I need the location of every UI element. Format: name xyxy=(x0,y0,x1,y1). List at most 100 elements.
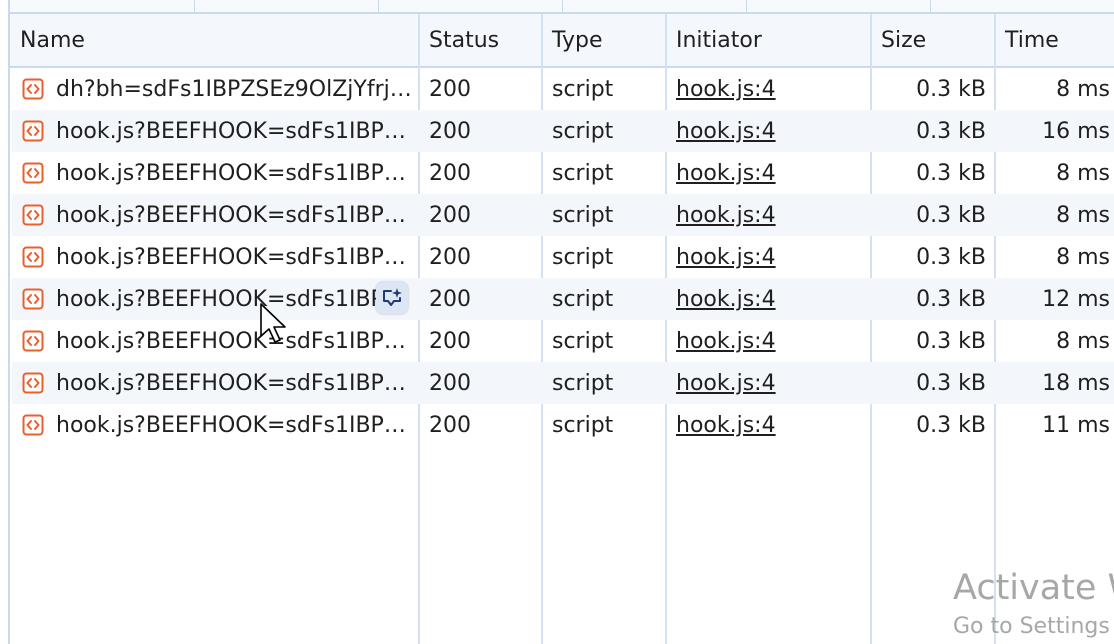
request-size: 0.3 kB xyxy=(916,413,986,438)
request-initiator: hook.js:4 xyxy=(676,320,866,362)
request-time: 18 ms xyxy=(1042,371,1110,396)
request-size: 0.3 kB xyxy=(916,329,986,354)
request-status: 200 xyxy=(429,161,471,186)
table-row[interactable]: hook.js?BEEFHOOK=sdFs1IBPZ... 200 script ho… xyxy=(12,320,1114,362)
request-initiator: hook.js:4 xyxy=(676,68,866,110)
request-size: 0.3 kB xyxy=(916,287,986,312)
table-row[interactable]: hook.js?BEEFHOOK=sdFs1IBPZ... 200 script ho… xyxy=(12,194,1114,236)
request-size: 0.3 kB xyxy=(916,77,986,102)
request-initiator: hook.js:4 xyxy=(676,152,866,194)
initiator-link[interactable]: hook.js:4 xyxy=(676,413,776,438)
request-status: 200 xyxy=(429,287,471,312)
column-header-status[interactable]: Status xyxy=(429,14,499,66)
request-time: 8 ms xyxy=(1056,329,1110,354)
request-type: script xyxy=(552,245,614,270)
request-type: script xyxy=(552,203,614,228)
request-initiator: hook.js:4 xyxy=(676,110,866,152)
request-type: script xyxy=(552,329,614,354)
request-size: 0.3 kB xyxy=(916,203,986,228)
script-file-icon xyxy=(22,78,44,100)
initiator-link[interactable]: hook.js:4 xyxy=(676,119,776,144)
request-status: 200 xyxy=(429,371,471,396)
request-name[interactable]: hook.js?BEEFHOOK=sdFs1IBPZ... xyxy=(56,152,416,194)
top-strip-divider xyxy=(746,0,747,12)
request-time: 8 ms xyxy=(1056,77,1110,102)
request-name[interactable]: hook.js?BEEFHOOK=sdFs1IBPZ... xyxy=(56,362,416,404)
script-file-icon xyxy=(22,372,44,394)
top-strip-divider xyxy=(378,0,379,12)
column-header-initiator[interactable]: Initiator xyxy=(676,14,762,66)
request-time: 8 ms xyxy=(1056,245,1110,270)
request-initiator: hook.js:4 xyxy=(676,194,866,236)
request-type: script xyxy=(552,161,614,186)
table-row[interactable]: hook.js?BEEFHOOK=sdFs1IBPZ... 200 script ho… xyxy=(12,362,1114,404)
top-column-strip xyxy=(10,0,1114,14)
request-type: script xyxy=(552,77,614,102)
request-name[interactable]: hook.js?BEEFHOOK=sdFs1IBPZ xyxy=(56,278,416,320)
request-size: 0.3 kB xyxy=(916,161,986,186)
script-file-icon xyxy=(22,120,44,142)
initiator-link[interactable]: hook.js:4 xyxy=(676,161,776,186)
initiator-link[interactable]: hook.js:4 xyxy=(676,203,776,228)
script-file-icon xyxy=(22,246,44,268)
watermark-title: Activate Windows xyxy=(953,568,1114,608)
request-time: 8 ms xyxy=(1056,161,1110,186)
request-status: 200 xyxy=(429,413,471,438)
top-strip-divider xyxy=(930,0,931,12)
initiator-link[interactable]: hook.js:4 xyxy=(676,329,776,354)
column-header-name[interactable]: Name xyxy=(20,14,85,66)
script-file-icon xyxy=(22,414,44,436)
request-time: 11 ms xyxy=(1042,413,1110,438)
request-status: 200 xyxy=(429,329,471,354)
request-initiator: hook.js:4 xyxy=(676,236,866,278)
ai-assist-button[interactable] xyxy=(376,282,408,314)
column-header-time[interactable]: Time xyxy=(1005,14,1059,66)
request-name[interactable]: hook.js?BEEFHOOK=sdFs1IBPZ... xyxy=(56,320,416,362)
watermark-subtitle: Go to Settings to activate Windows. xyxy=(953,614,1114,639)
request-time: 12 ms xyxy=(1042,287,1110,312)
column-header-size[interactable]: Size xyxy=(881,14,926,66)
initiator-link[interactable]: hook.js:4 xyxy=(676,287,776,312)
request-type: script xyxy=(552,371,614,396)
request-time: 16 ms xyxy=(1042,119,1110,144)
initiator-link[interactable]: hook.js:4 xyxy=(676,77,776,102)
request-size: 0.3 kB xyxy=(916,371,986,396)
request-status: 200 xyxy=(429,77,471,102)
table-row[interactable]: dh?bh=sdFs1IBPZSEz9OlZjYfrj9... 200 script… xyxy=(12,68,1114,110)
table-row[interactable]: hook.js?BEEFHOOK=sdFs1IBPZ... 200 script ho… xyxy=(12,110,1114,152)
request-name[interactable]: dh?bh=sdFs1IBPZSEz9OlZjYfrj9... xyxy=(56,68,416,110)
request-name[interactable]: hook.js?BEEFHOOK=sdFs1IBPZ... xyxy=(56,110,416,152)
request-type: script xyxy=(552,413,614,438)
initiator-link[interactable]: hook.js:4 xyxy=(676,245,776,270)
network-request-panel: Name Status Type Initiator Size Time dh?… xyxy=(0,0,1114,644)
request-type: script xyxy=(552,287,614,312)
request-initiator: hook.js:4 xyxy=(676,278,866,320)
table-row[interactable]: hook.js?BEEFHOOK=sdFs1IBPZ 200 script hook.… xyxy=(12,278,1114,320)
request-name[interactable]: hook.js?BEEFHOOK=sdFs1IBPZ... xyxy=(56,236,416,278)
request-time: 8 ms xyxy=(1056,203,1110,228)
request-initiator: hook.js:4 xyxy=(676,404,866,446)
script-file-icon xyxy=(22,162,44,184)
request-type: script xyxy=(552,119,614,144)
initiator-link[interactable]: hook.js:4 xyxy=(676,371,776,396)
ai-sparkle-chat-icon xyxy=(383,288,402,306)
request-name[interactable]: hook.js?BEEFHOOK=sdFs1IBPZ... xyxy=(56,404,416,446)
script-file-icon xyxy=(22,204,44,226)
request-status: 200 xyxy=(429,245,471,270)
column-header-type[interactable]: Type xyxy=(552,14,603,66)
request-size: 0.3 kB xyxy=(916,245,986,270)
top-strip-divider xyxy=(194,0,195,12)
top-strip-divider xyxy=(562,0,563,12)
request-initiator: hook.js:4 xyxy=(676,362,866,404)
table-row[interactable]: hook.js?BEEFHOOK=sdFs1IBPZ... 200 script ho… xyxy=(12,236,1114,278)
request-status: 200 xyxy=(429,203,471,228)
request-name[interactable]: hook.js?BEEFHOOK=sdFs1IBPZ... xyxy=(56,194,416,236)
table-row[interactable]: hook.js?BEEFHOOK=sdFs1IBPZ... 200 script ho… xyxy=(12,404,1114,446)
table-row[interactable]: hook.js?BEEFHOOK=sdFs1IBPZ... 200 script ho… xyxy=(12,152,1114,194)
request-status: 200 xyxy=(429,119,471,144)
script-file-icon xyxy=(22,330,44,352)
request-list: dh?bh=sdFs1IBPZSEz9OlZjYfrj9... 200 script… xyxy=(12,68,1114,446)
table-header: Name Status Type Initiator Size Time xyxy=(10,14,1114,68)
script-file-icon xyxy=(22,288,44,310)
panel-left-border xyxy=(0,0,10,644)
